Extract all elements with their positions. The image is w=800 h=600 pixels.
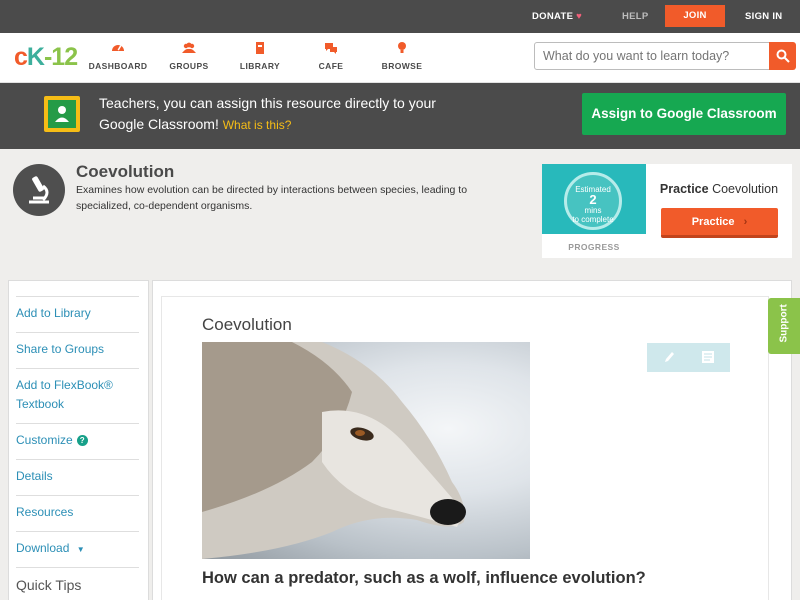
browse-icon <box>398 42 406 53</box>
divider <box>16 423 139 424</box>
nav-cafe[interactable]: CAFE <box>291 41 371 71</box>
search-button[interactable] <box>769 42 796 70</box>
nav-cafe-label: CAFE <box>318 61 344 71</box>
practice-button[interactable]: Practice › <box>661 208 778 238</box>
sidebar-item-details[interactable]: Details <box>16 467 139 486</box>
divider <box>16 459 139 460</box>
concept-description: Examines how evolution can be directed b… <box>76 184 468 212</box>
nav-browse-label: BROWSE <box>381 61 423 71</box>
cafe-icon <box>325 43 337 54</box>
nav-library-label: LIBRARY <box>239 61 281 71</box>
sidebar-item-customize[interactable]: Customize? <box>16 431 139 450</box>
article-question: How can a predator, such as a wolf, infl… <box>202 569 646 587</box>
assign-classroom-button[interactable]: Assign to Google Classroom <box>582 93 786 135</box>
concept-title: Coevolution <box>76 162 175 181</box>
sidebar-item-resources[interactable]: Resources <box>16 503 139 522</box>
article-title: Coevolution <box>202 315 292 334</box>
divider <box>16 495 139 496</box>
help-link[interactable]: HELP <box>622 0 649 33</box>
to-complete-label: to complete <box>572 215 614 224</box>
what-is-this-link[interactable]: What is this? <box>223 118 292 132</box>
divider <box>16 531 139 532</box>
caret-down-icon: ▼ <box>76 545 85 554</box>
heart-icon: ♥ <box>576 11 583 22</box>
quick-tips-heading[interactable]: Quick Tips <box>16 577 81 593</box>
progress-label: PROGRESS <box>568 242 620 252</box>
wolf-image <box>202 342 530 559</box>
sidebar-item-share-to-groups[interactable]: Share to Groups <box>16 340 139 359</box>
pencil-icon[interactable] <box>662 350 676 364</box>
divider <box>16 296 139 297</box>
logo[interactable]: cK-12 <box>14 45 78 70</box>
dashboard-icon <box>112 45 124 51</box>
sidebar-item-add-to-flexbook[interactable]: Add to FlexBook® Textbook <box>16 376 139 414</box>
estimated-time-circle: Estimated 2 mins to complete <box>564 172 622 230</box>
notes-icon[interactable] <box>701 350 715 364</box>
library-icon <box>256 42 264 54</box>
chevron-right-icon: › <box>743 216 748 228</box>
search-input[interactable] <box>534 42 770 70</box>
groups-icon <box>182 42 196 53</box>
estimated-minutes: 2 <box>589 192 597 207</box>
nav-groups-label: GROUPS <box>169 61 209 71</box>
practice-title: Practice Coevolution <box>659 182 779 196</box>
nav-browse[interactable]: BROWSE <box>362 41 442 71</box>
donate-link[interactable]: DONATE ♥ <box>532 0 582 33</box>
divider <box>16 332 139 333</box>
nav-groups[interactable]: GROUPS <box>149 41 229 71</box>
annotation-toolbar <box>647 343 730 372</box>
help-icon[interactable]: ? <box>76 435 88 446</box>
divider <box>16 567 139 568</box>
nav-dashboard[interactable]: DASHBOARD <box>78 41 158 71</box>
google-classroom-icon <box>44 96 80 132</box>
sign-in-link[interactable]: SIGN IN <box>745 0 782 33</box>
divider <box>16 368 139 369</box>
microscope-icon <box>13 164 65 216</box>
support-label: Support <box>778 304 790 343</box>
banner-text: Teachers, you can assign this resource d… <box>99 95 436 132</box>
sidebar-item-download[interactable]: Download ▼ <box>16 539 139 559</box>
nav-dashboard-label: DASHBOARD <box>88 61 148 71</box>
estimated-unit: mins <box>584 206 602 215</box>
search-icon <box>776 49 790 63</box>
sidebar-item-add-to-library[interactable]: Add to Library <box>16 304 139 323</box>
join-button[interactable]: JOIN <box>665 5 725 27</box>
nav-library[interactable]: LIBRARY <box>220 41 300 71</box>
